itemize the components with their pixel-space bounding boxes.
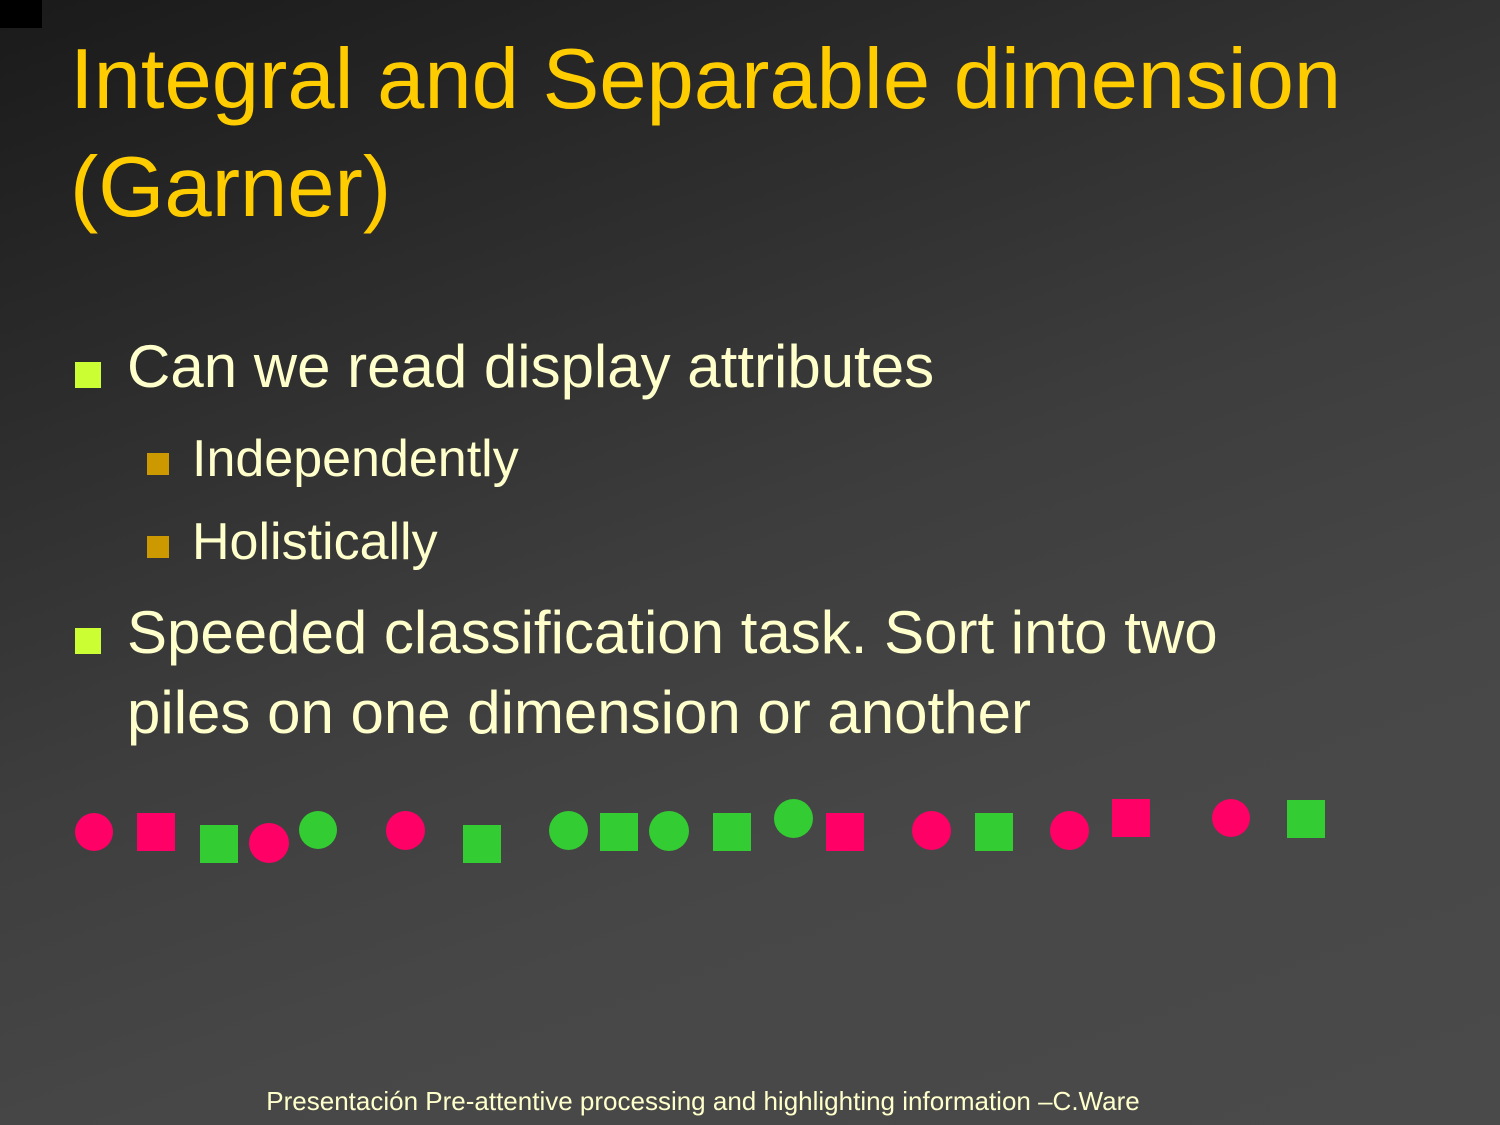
green-circle-icon xyxy=(774,799,813,838)
pink-circle-icon xyxy=(1212,799,1250,837)
pink-square-icon xyxy=(826,813,864,851)
pink-circle-icon xyxy=(75,813,113,851)
green-circle-icon xyxy=(299,811,337,849)
pink-circle-icon xyxy=(1050,811,1089,850)
sub-bullet-square-icon xyxy=(147,453,169,475)
bullet-text: piles on one dimension or another xyxy=(127,679,1031,746)
pink-circle-icon xyxy=(386,811,425,850)
sub-bullet-text: Holistically xyxy=(192,513,438,571)
sub-bullet-text: Independently xyxy=(192,430,519,488)
green-square-icon xyxy=(600,813,638,851)
green-square-icon xyxy=(463,825,501,863)
pink-square-icon xyxy=(1112,799,1150,837)
bullet-text: Speeded classification task. Sort into t… xyxy=(127,599,1218,666)
corner-mark xyxy=(0,0,42,28)
pink-circle-icon xyxy=(249,823,289,863)
green-square-icon xyxy=(200,825,238,863)
shape-sequence xyxy=(0,790,1500,880)
footer-text: Presentación Pre-attentive processing an… xyxy=(266,1086,1140,1116)
bullet-square-icon xyxy=(75,362,101,388)
green-square-icon xyxy=(975,813,1013,851)
green-square-icon xyxy=(713,813,751,851)
green-square-icon xyxy=(1287,800,1325,838)
green-circle-icon xyxy=(649,811,689,851)
pink-circle-icon xyxy=(912,811,951,850)
slide-title: Integral and Separable dimension (Garner… xyxy=(70,32,1342,235)
green-circle-icon xyxy=(549,811,588,850)
sub-bullet-square-icon xyxy=(147,536,169,558)
bullet-square-icon xyxy=(75,628,101,654)
bullet-text: Can we read display attributes xyxy=(127,333,935,400)
pink-square-icon xyxy=(137,813,175,851)
